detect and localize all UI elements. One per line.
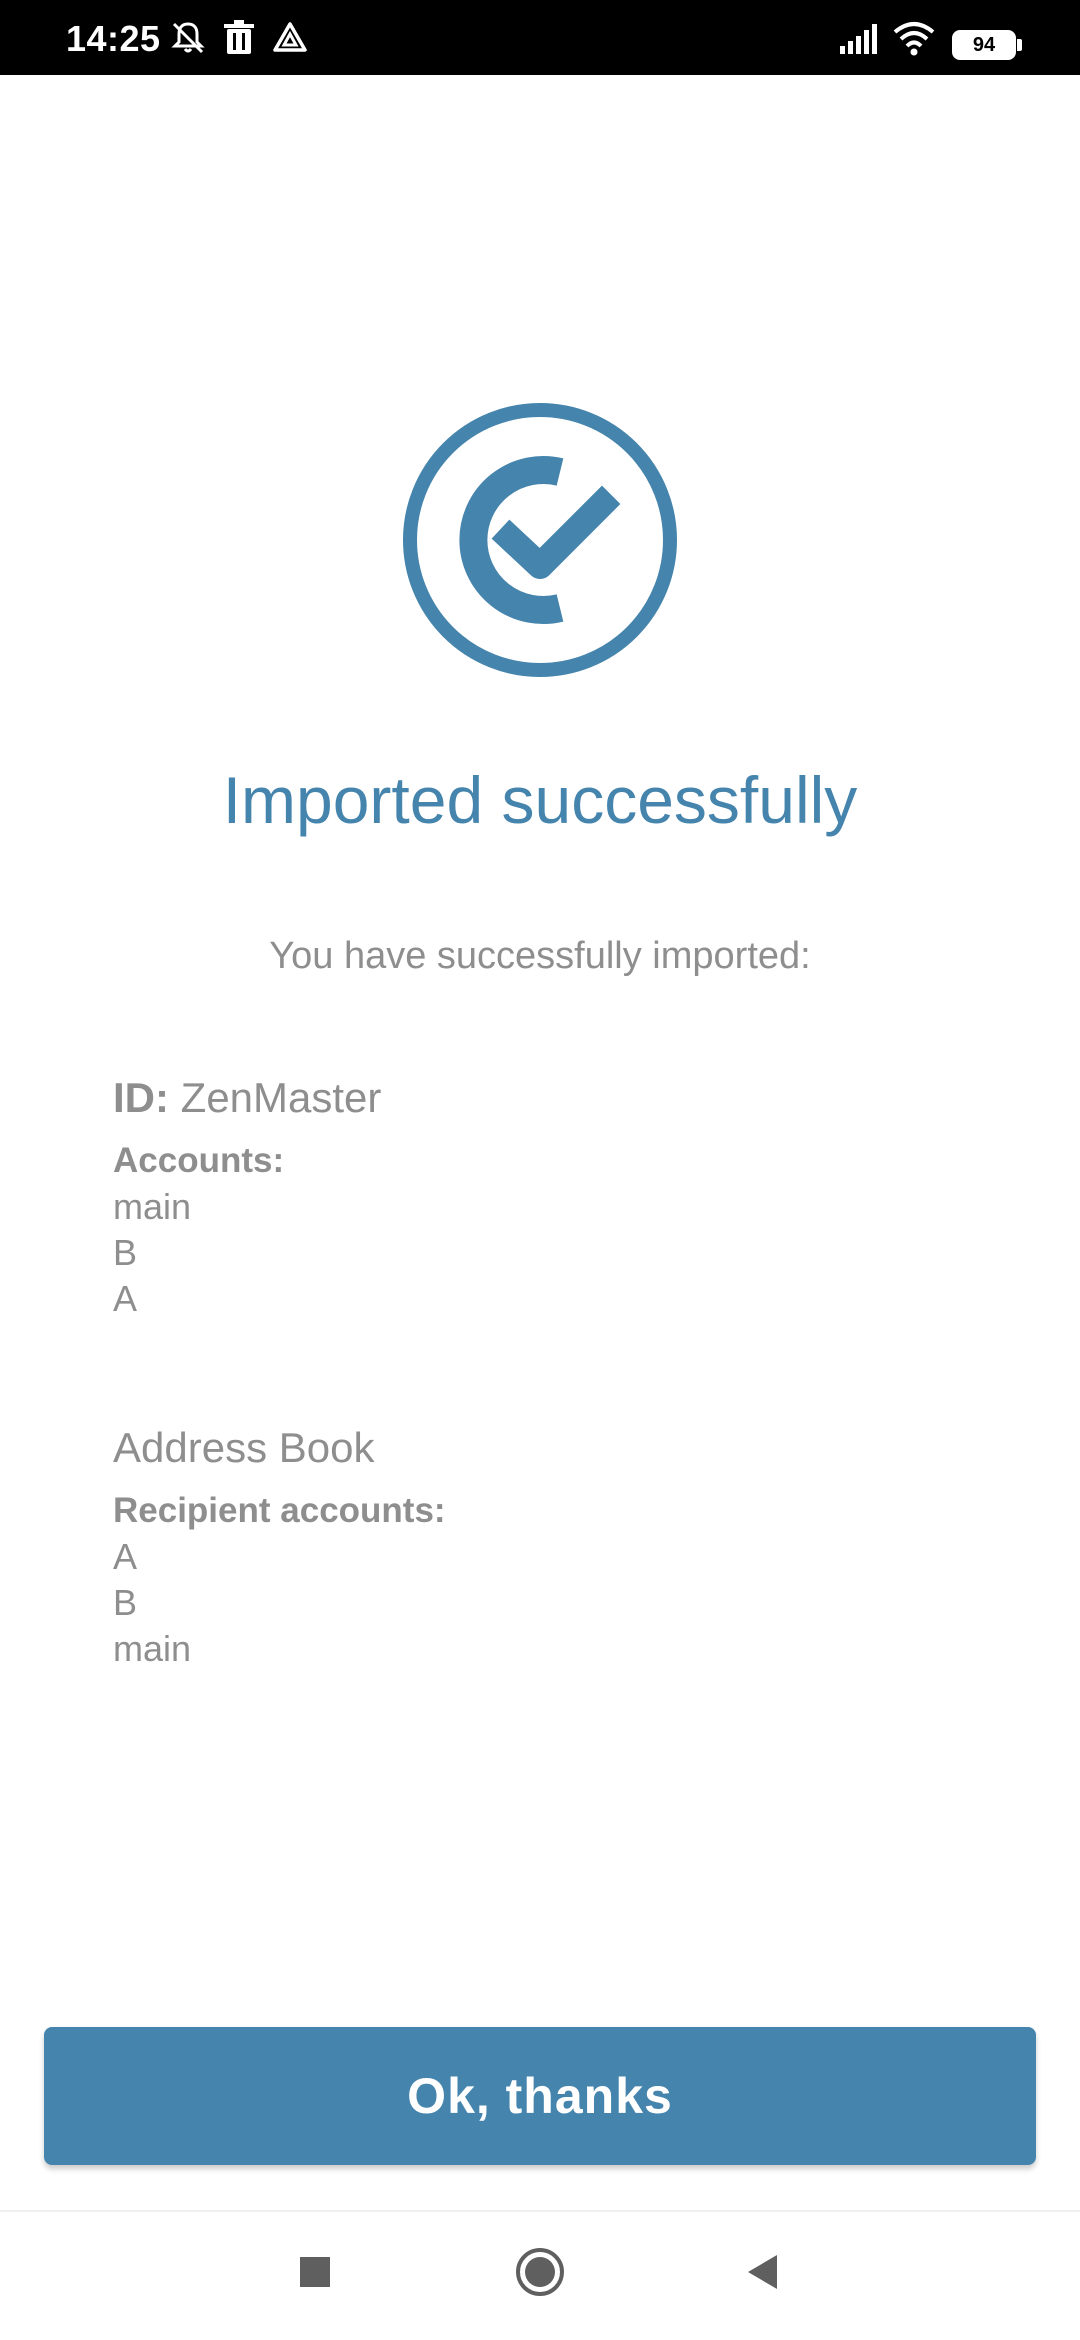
id-row: ID: ZenMaster [113, 1070, 973, 1126]
page-subtitle: You have successfully imported: [269, 935, 811, 977]
status-bar: 14:25 94 [0, 0, 1080, 75]
account-item: A [113, 1278, 138, 1319]
recipient-item: B [113, 1582, 138, 1623]
battery-tip [1017, 39, 1022, 51]
id-label: ID: [113, 1074, 169, 1121]
battery-indicator: 94 [952, 30, 1016, 60]
recipient-accounts-label: Recipient accounts: [113, 1491, 446, 1530]
recipient-item: main [113, 1628, 192, 1669]
drive-icon [273, 22, 307, 52]
screen: 14:25 94 Imported successfully You have … [0, 0, 1080, 2340]
ok-thanks-button[interactable]: Ok, thanks [44, 2027, 1036, 2165]
signal-icon [840, 24, 877, 54]
import-details: ID: ZenMaster Accounts: main B A Address… [113, 1070, 973, 1672]
accounts-label: Accounts: [113, 1141, 285, 1180]
recipient-item: A [113, 1536, 138, 1577]
account-item: main [113, 1186, 192, 1227]
id-value: ZenMaster [180, 1074, 382, 1121]
success-check-icon [403, 403, 677, 677]
status-time: 14:25 [66, 18, 161, 59]
home-circle-icon[interactable] [510, 2242, 570, 2302]
page-title: Imported successfully [222, 763, 858, 837]
wifi-icon [893, 22, 935, 56]
account-item: B [113, 1232, 138, 1273]
address-book-title: Address Book [113, 1424, 375, 1471]
mute-icon [171, 22, 205, 54]
recents-square-icon[interactable] [285, 2242, 345, 2302]
trash-icon [224, 20, 254, 54]
back-triangle-icon[interactable] [735, 2242, 795, 2302]
navigation-bar [0, 2210, 1080, 2340]
